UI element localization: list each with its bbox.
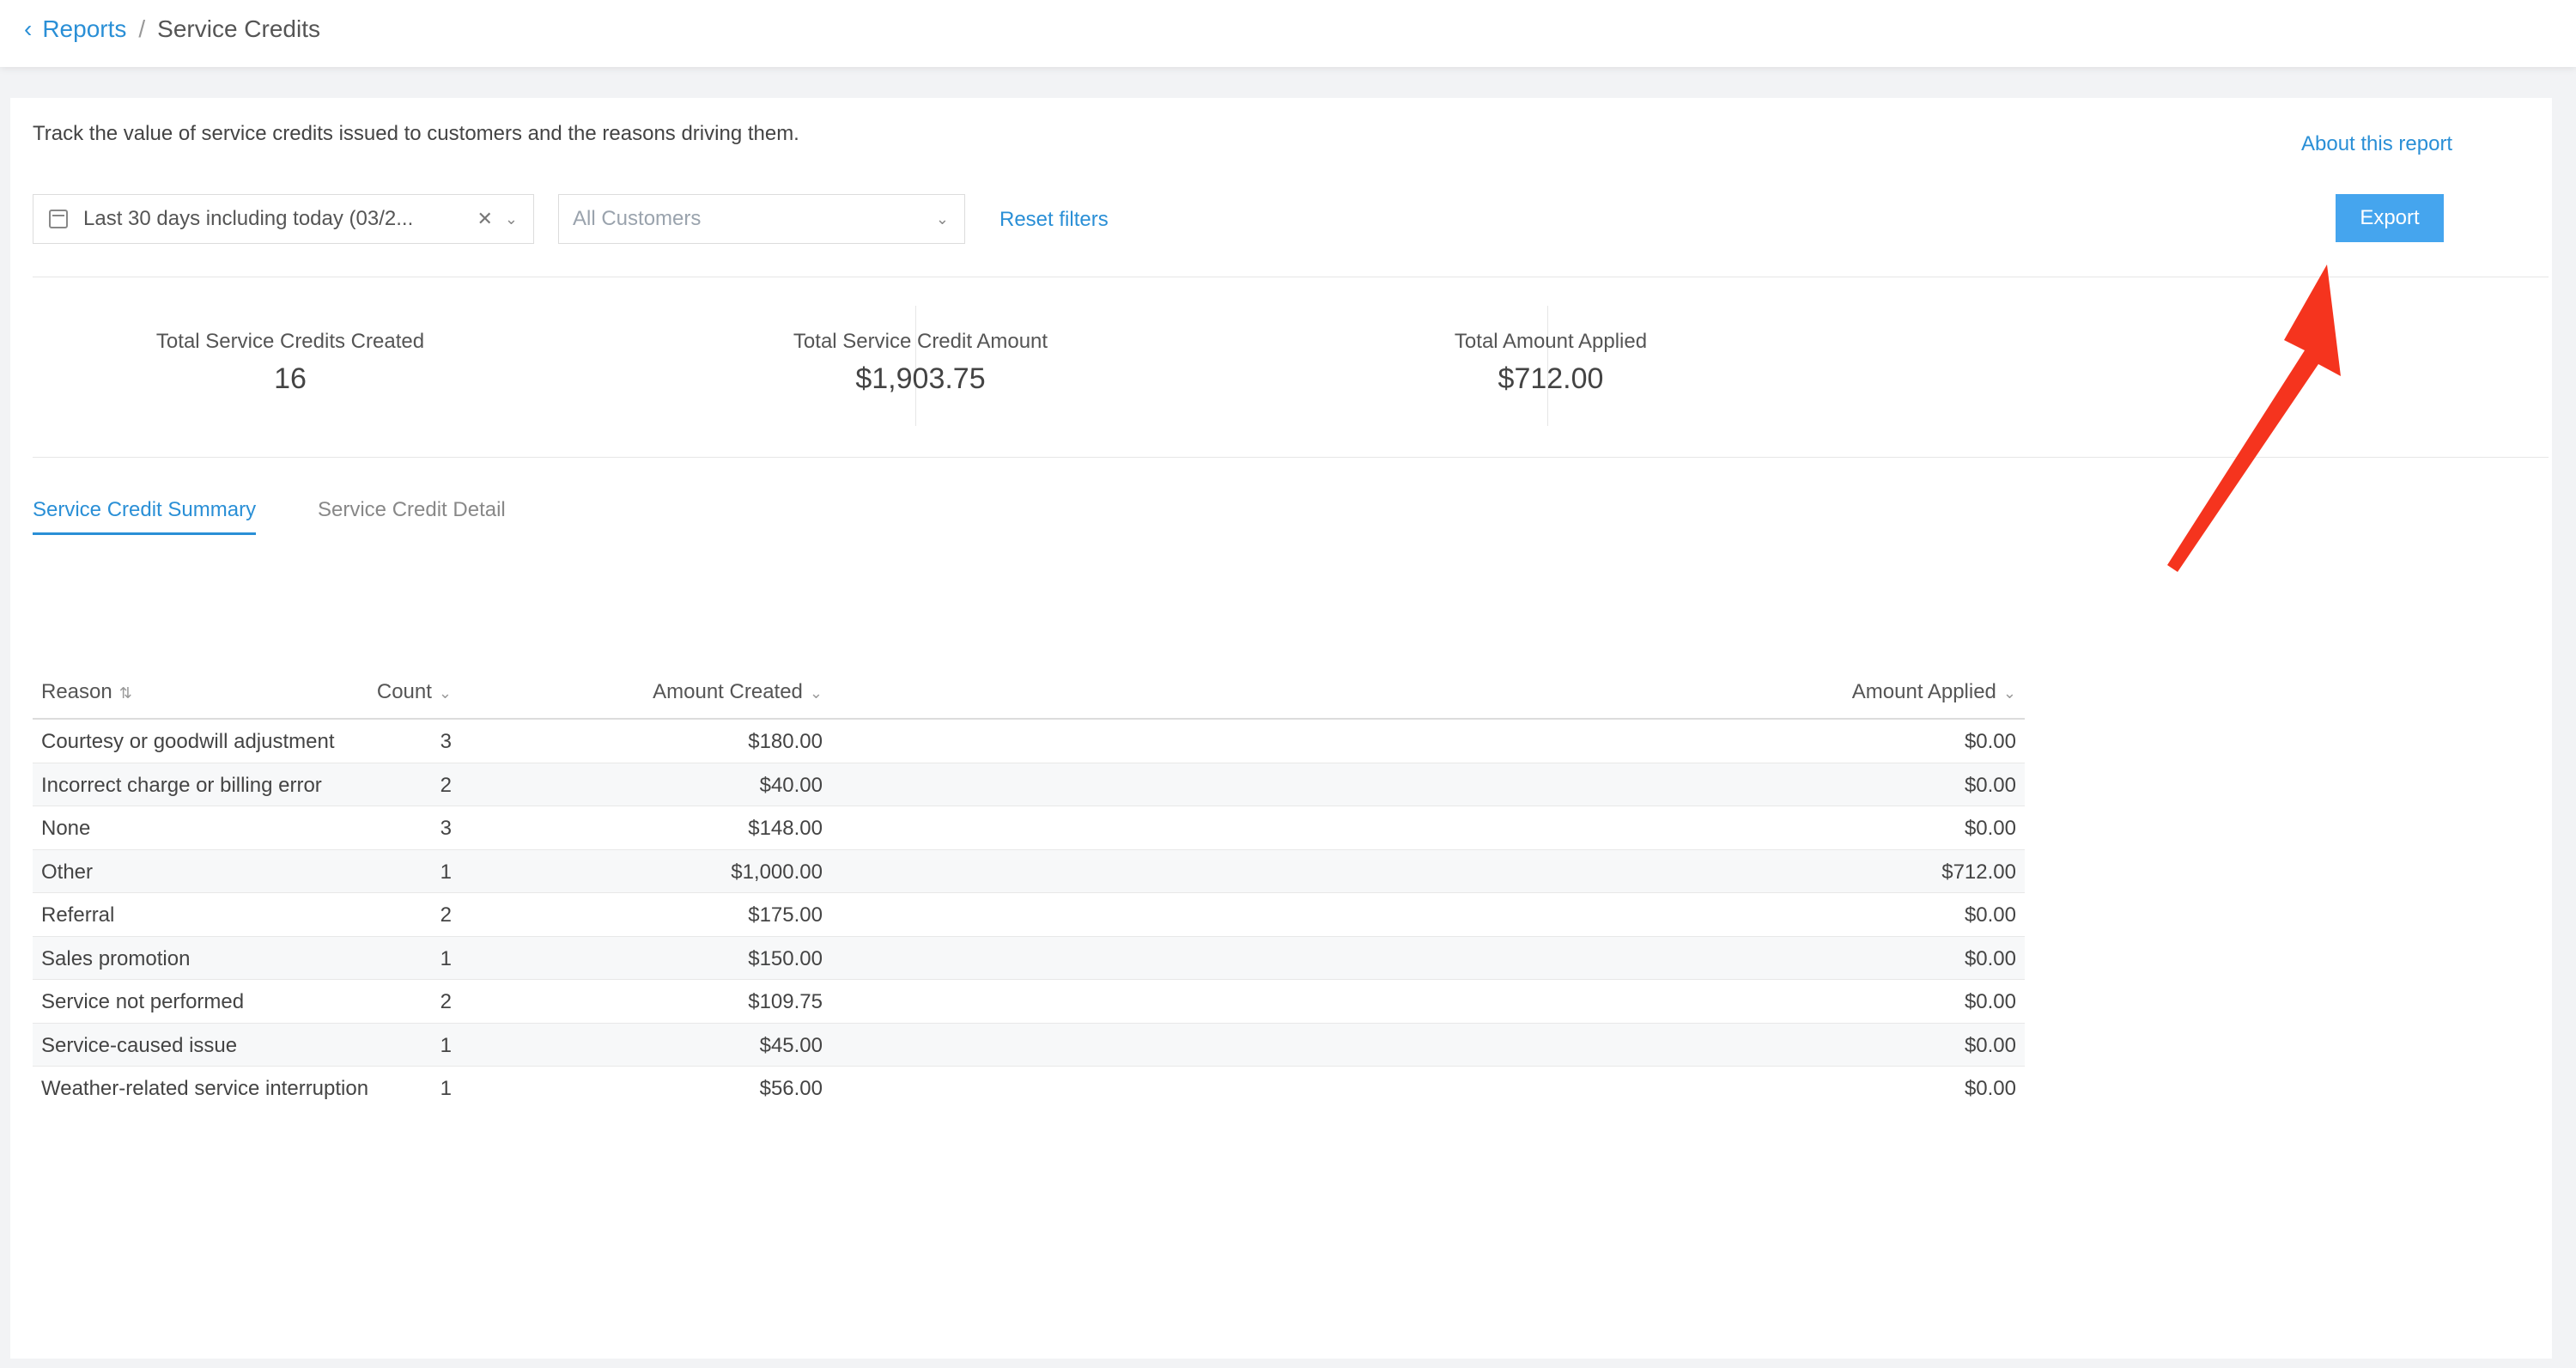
cell-count: 2 [440,903,452,927]
cell-amount-created: $148.00 [748,817,823,840]
report-description: Track the value of service credits issue… [33,122,799,145]
customer-filter[interactable]: All Customers ⌄ [558,194,965,244]
cell-amount-created: $109.75 [748,990,823,1013]
column-header-count[interactable]: Count ⌄ [377,680,452,704]
cell-amount-applied: $0.00 [1964,1077,2016,1100]
export-button[interactable]: Export [2336,194,2444,242]
stat-value: $712.00 [1498,362,1604,395]
cell-reason: Service not performed [41,990,245,1013]
cell-reason: Other [41,860,94,884]
sort-icon: ⇅ [118,684,132,702]
chevron-left-icon[interactable]: ‹ [24,15,32,43]
cell-amount-applied: $0.00 [1964,903,2016,927]
date-range-value: Last 30 days including today (03/2... [83,207,414,230]
cell-amount-applied: $0.00 [1964,730,2016,753]
breadcrumb-reports-link[interactable]: Reports [42,15,126,43]
cell-reason: Courtesy or goodwill adjustment [41,730,335,753]
column-label: Count [376,680,432,703]
stat-value: 16 [274,362,307,395]
cell-reason: None [41,817,91,840]
table-row[interactable]: Sales promotion 1 $150.00 $0.00 [33,936,2025,980]
cell-reason: Sales promotion [41,946,191,970]
cell-reason: Incorrect charge or billing error [41,773,322,797]
table-row[interactable]: Referral 2 $175.00 $0.00 [33,893,2025,937]
table-header: Reason ⇅ Count ⌄ Amount Created ⌄ Amount Ap… [33,660,2025,720]
cell-reason: Referral [41,903,115,927]
top-bar: ‹ Reports / Service Credits [0,0,2576,67]
cell-amount-applied: $0.00 [1964,773,2016,797]
column-header-amount-applied[interactable]: Amount Applied ⌄ [1852,680,2016,704]
cell-count: 3 [440,817,452,840]
column-label: Amount Created [653,680,803,703]
service-credit-table: Reason ⇅ Count ⌄ Amount Created ⌄ Amount Ap… [33,660,2025,1110]
table-row[interactable]: Service-caused issue 1 $45.00 $0.00 [33,1023,2025,1067]
table-row[interactable]: Incorrect charge or billing error 2 $40.… [33,763,2025,806]
table-row[interactable]: Other 1 $1,000.00 $712.00 [33,849,2025,893]
cell-amount-applied: $0.00 [1964,990,2016,1013]
cell-count: 2 [440,773,452,797]
page-title: Service Credits [157,15,320,42]
cell-count: 2 [440,990,452,1013]
customer-filter-placeholder: All Customers [573,207,702,230]
stat-value: $1,903.75 [855,362,986,395]
close-icon[interactable]: ✕ [477,208,492,230]
reset-filters-link[interactable]: Reset filters [999,208,1109,232]
column-header-reason[interactable]: Reason ⇅ [41,680,132,704]
about-report-link[interactable]: About this report [2301,132,2452,156]
table-body: Courtesy or goodwill adjustment 3 $180.0… [33,720,2025,1110]
stat-label: Total Service Credits Created [155,330,425,353]
stat-label: Total Amount Applied [1454,330,1648,353]
cell-amount-created: $56.00 [759,1077,823,1100]
stat-total-amount-applied: Total Amount Applied $712.00 [1310,330,1791,396]
cell-count: 1 [440,946,452,970]
chevron-down-icon[interactable]: ⌄ [505,210,518,228]
table-row[interactable]: Weather-related service interruption 1 $… [33,1067,2025,1110]
cell-reason: Service-caused issue [41,1033,238,1057]
cell-count: 1 [440,1033,452,1057]
cell-amount-applied: $712.00 [1941,860,2016,884]
tab-service-credit-summary[interactable]: Service Credit Summary [33,498,257,535]
cell-amount-applied: $0.00 [1964,817,2016,840]
column-label: Reason [41,680,112,703]
cell-amount-created: $40.00 [759,773,823,797]
chevron-down-icon[interactable]: ⌄ [936,210,949,228]
chevron-down-icon: ⌄ [809,684,823,702]
date-range-filter[interactable]: Last 30 days including today (03/2... ✕ … [33,194,534,244]
stat-total-credits-created: Total Service Credits Created 16 [50,330,531,396]
cell-amount-created: $175.00 [748,903,823,927]
chevron-down-icon: ⌄ [438,684,452,702]
breadcrumb: ‹ Reports / Service Credits [24,12,320,46]
table-row[interactable]: Courtesy or goodwill adjustment 3 $180.0… [33,720,2025,763]
column-label: Amount Applied [1851,680,1996,703]
table-row[interactable]: Service not performed 2 $109.75 $0.00 [33,980,2025,1024]
column-header-amount-created[interactable]: Amount Created ⌄ [653,680,823,704]
cell-amount-applied: $0.00 [1964,1033,2016,1057]
table-row[interactable]: None 3 $148.00 $0.00 [33,806,2025,850]
cell-reason: Weather-related service interruption [41,1077,369,1100]
cell-amount-created: $1,000.00 [731,860,823,884]
stat-label: Total Service Credit Amount [793,330,1048,353]
stat-total-credit-amount: Total Service Credit Amount $1,903.75 [680,330,1161,396]
cell-amount-created: $150.00 [748,946,823,970]
cell-amount-applied: $0.00 [1964,946,2016,970]
cell-count: 1 [440,1077,452,1100]
tab-service-credit-detail[interactable]: Service Credit Detail [318,498,506,522]
arrow-shape [2167,264,2341,572]
cell-count: 1 [440,860,452,884]
calendar-icon [49,210,68,228]
cell-amount-created: $180.00 [748,730,823,753]
cell-count: 3 [440,730,452,753]
breadcrumb-separator: / [138,15,146,42]
cell-amount-created: $45.00 [759,1033,823,1057]
annotation-arrow-icon [2167,264,2341,572]
chevron-down-icon: ⌄ [2002,684,2016,702]
